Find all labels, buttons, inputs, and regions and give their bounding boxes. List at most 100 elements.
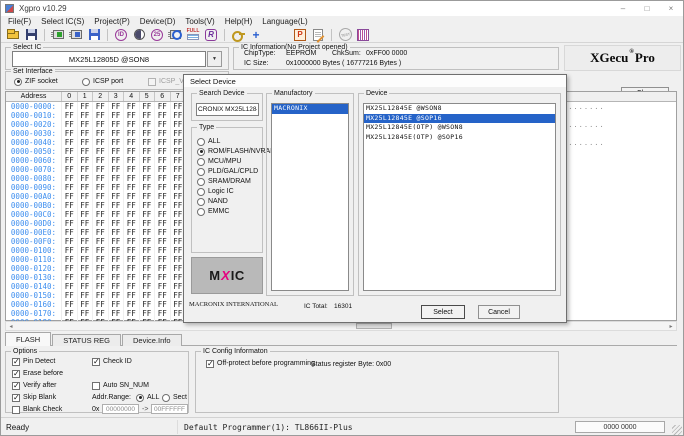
tab-device-info[interactable]: Device.Info: [122, 334, 182, 346]
type-emmc-radio[interactable]: EMMC: [197, 207, 229, 216]
hex-byte-cell[interactable]: FF: [124, 237, 140, 246]
hex-byte-cell[interactable]: FF: [124, 165, 140, 174]
hex-byte-cell[interactable]: FF: [155, 273, 171, 282]
tab-status-reg[interactable]: STATUS REG: [52, 334, 121, 346]
hex-byte-cell[interactable]: FF: [93, 138, 109, 147]
hex-byte-cell[interactable]: FF: [93, 246, 109, 255]
hex-byte-cell[interactable]: FF: [78, 192, 94, 201]
ic-name-combobox[interactable]: MX25L12805D @SON8: [12, 51, 206, 67]
hex-byte-cell[interactable]: FF: [155, 264, 171, 273]
hex-byte-cell[interactable]: FF: [140, 264, 156, 273]
hex-byte-cell[interactable]: FF: [155, 210, 171, 219]
hex-byte-cell[interactable]: FF: [93, 210, 109, 219]
hex-byte-cell[interactable]: FF: [62, 192, 78, 201]
hex-byte-cell[interactable]: FF: [124, 282, 140, 291]
hex-byte-cell[interactable]: FF: [155, 165, 171, 174]
hex-byte-cell[interactable]: FF: [62, 210, 78, 219]
hex-byte-cell[interactable]: FF: [124, 192, 140, 201]
hex-byte-cell[interactable]: FF: [140, 174, 156, 183]
hex-byte-cell[interactable]: FF: [93, 291, 109, 300]
hex-byte-cell[interactable]: FF: [109, 192, 125, 201]
hex-byte-cell[interactable]: FF: [62, 201, 78, 210]
hex-byte-cell[interactable]: FF: [140, 156, 156, 165]
hex-byte-cell[interactable]: FF: [155, 255, 171, 264]
type-sram-dram-radio[interactable]: SRAM/DRAM: [197, 177, 251, 186]
write-chip-icon-button[interactable]: [49, 27, 67, 42]
hex-byte-cell[interactable]: FF: [109, 237, 125, 246]
hex-byte-cell[interactable]: FF: [62, 273, 78, 282]
search-device-input[interactable]: [196, 103, 259, 116]
hex-byte-cell[interactable]: FF: [93, 165, 109, 174]
program-icon-button[interactable]: P: [291, 27, 309, 42]
hex-byte-cell[interactable]: FF: [140, 255, 156, 264]
hex-byte-cell[interactable]: FF: [62, 129, 78, 138]
repeat-operation-icon-button[interactable]: R: [202, 27, 220, 42]
hex-byte-cell[interactable]: FF: [78, 129, 94, 138]
hex-byte-cell[interactable]: FF: [155, 246, 171, 255]
select-button[interactable]: Select: [421, 305, 465, 319]
hex-byte-cell[interactable]: FF: [124, 273, 140, 282]
calibrate-25-icon-button[interactable]: 25: [148, 27, 166, 42]
full-function-icon-button[interactable]: FULL: [184, 27, 202, 42]
hex-byte-cell[interactable]: FF: [155, 156, 171, 165]
hex-byte-cell[interactable]: FF: [62, 111, 78, 120]
hex-byte-cell[interactable]: FF: [140, 309, 156, 318]
option-skip-blank-checkbox[interactable]: Skip Blank: [12, 393, 56, 402]
hex-byte-cell[interactable]: FF: [155, 138, 171, 147]
hex-byte-cell[interactable]: FF: [78, 147, 94, 156]
hex-byte-cell[interactable]: FF: [140, 237, 156, 246]
hex-byte-cell[interactable]: FF: [124, 291, 140, 300]
hex-byte-cell[interactable]: FF: [109, 183, 125, 192]
hex-byte-cell[interactable]: FF: [109, 201, 125, 210]
hex-byte-cell[interactable]: FF: [155, 309, 171, 318]
manufactory-list-item[interactable]: MACRONIX: [272, 104, 348, 114]
hex-byte-cell[interactable]: FF: [78, 165, 94, 174]
hex-byte-cell[interactable]: FF: [109, 147, 125, 156]
hex-byte-cell[interactable]: FF: [140, 201, 156, 210]
hex-byte-cell[interactable]: FF: [62, 183, 78, 192]
scroll-left-icon[interactable]: ◂: [6, 322, 16, 330]
hex-byte-cell[interactable]: FF: [62, 120, 78, 129]
hex-byte-cell[interactable]: FF: [155, 291, 171, 300]
addr-range-sect-radio[interactable]: Sect: [162, 393, 187, 402]
hex-byte-cell[interactable]: FF: [155, 147, 171, 156]
hex-byte-cell[interactable]: FF: [109, 102, 125, 111]
hex-byte-cell[interactable]: FF: [62, 255, 78, 264]
hex-byte-cell[interactable]: FF: [78, 174, 94, 183]
hex-byte-cell[interactable]: FF: [93, 219, 109, 228]
hex-byte-cell[interactable]: FF: [155, 237, 171, 246]
save-buffer-icon-button[interactable]: [85, 27, 103, 42]
off-protect-checkbox[interactable]: Off-protect before programming: [206, 359, 315, 368]
hex-byte-cell[interactable]: FF: [78, 300, 94, 309]
edit-buffer-icon-button[interactable]: [309, 27, 327, 42]
menu-item-help[interactable]: Help(H): [220, 17, 258, 26]
addr-range-all-radio[interactable]: ALL: [136, 393, 159, 402]
icsp-port-radio[interactable]: ICSP port: [82, 77, 123, 86]
hex-byte-cell[interactable]: FF: [109, 210, 125, 219]
hex-byte-cell[interactable]: FF: [109, 138, 125, 147]
hex-byte-cell[interactable]: FF: [62, 237, 78, 246]
find-chip-icon-button[interactable]: [166, 27, 184, 42]
hex-byte-cell[interactable]: FF: [124, 210, 140, 219]
hex-byte-cell[interactable]: FF: [62, 264, 78, 273]
hex-byte-cell[interactable]: FF: [155, 183, 171, 192]
hex-byte-cell[interactable]: FF: [109, 156, 125, 165]
device-list-item[interactable]: MX25L12845E(OTP) @WSON8: [364, 123, 555, 133]
menu-item-language[interactable]: Language(L): [257, 17, 312, 26]
device-list-item[interactable]: MX25L12845E @WSON8: [364, 104, 555, 114]
hex-byte-cell[interactable]: FF: [93, 156, 109, 165]
hex-byte-cell[interactable]: FF: [124, 300, 140, 309]
minimize-button[interactable]: –: [611, 1, 635, 16]
hex-byte-cell[interactable]: FF: [78, 273, 94, 282]
option-pin-detect-checkbox[interactable]: Pin Detect: [12, 357, 55, 366]
hex-byte-cell[interactable]: FF: [109, 255, 125, 264]
hex-byte-cell[interactable]: FF: [124, 183, 140, 192]
hex-byte-cell[interactable]: FF: [78, 228, 94, 237]
hex-byte-cell[interactable]: FF: [78, 237, 94, 246]
hex-byte-cell[interactable]: FF: [93, 120, 109, 129]
key-icon-button[interactable]: [229, 27, 247, 42]
hex-byte-cell[interactable]: FF: [109, 219, 125, 228]
test-icon-button[interactable]: TEST: [336, 27, 354, 42]
hex-byte-cell[interactable]: FF: [140, 120, 156, 129]
hex-byte-cell[interactable]: FF: [93, 129, 109, 138]
